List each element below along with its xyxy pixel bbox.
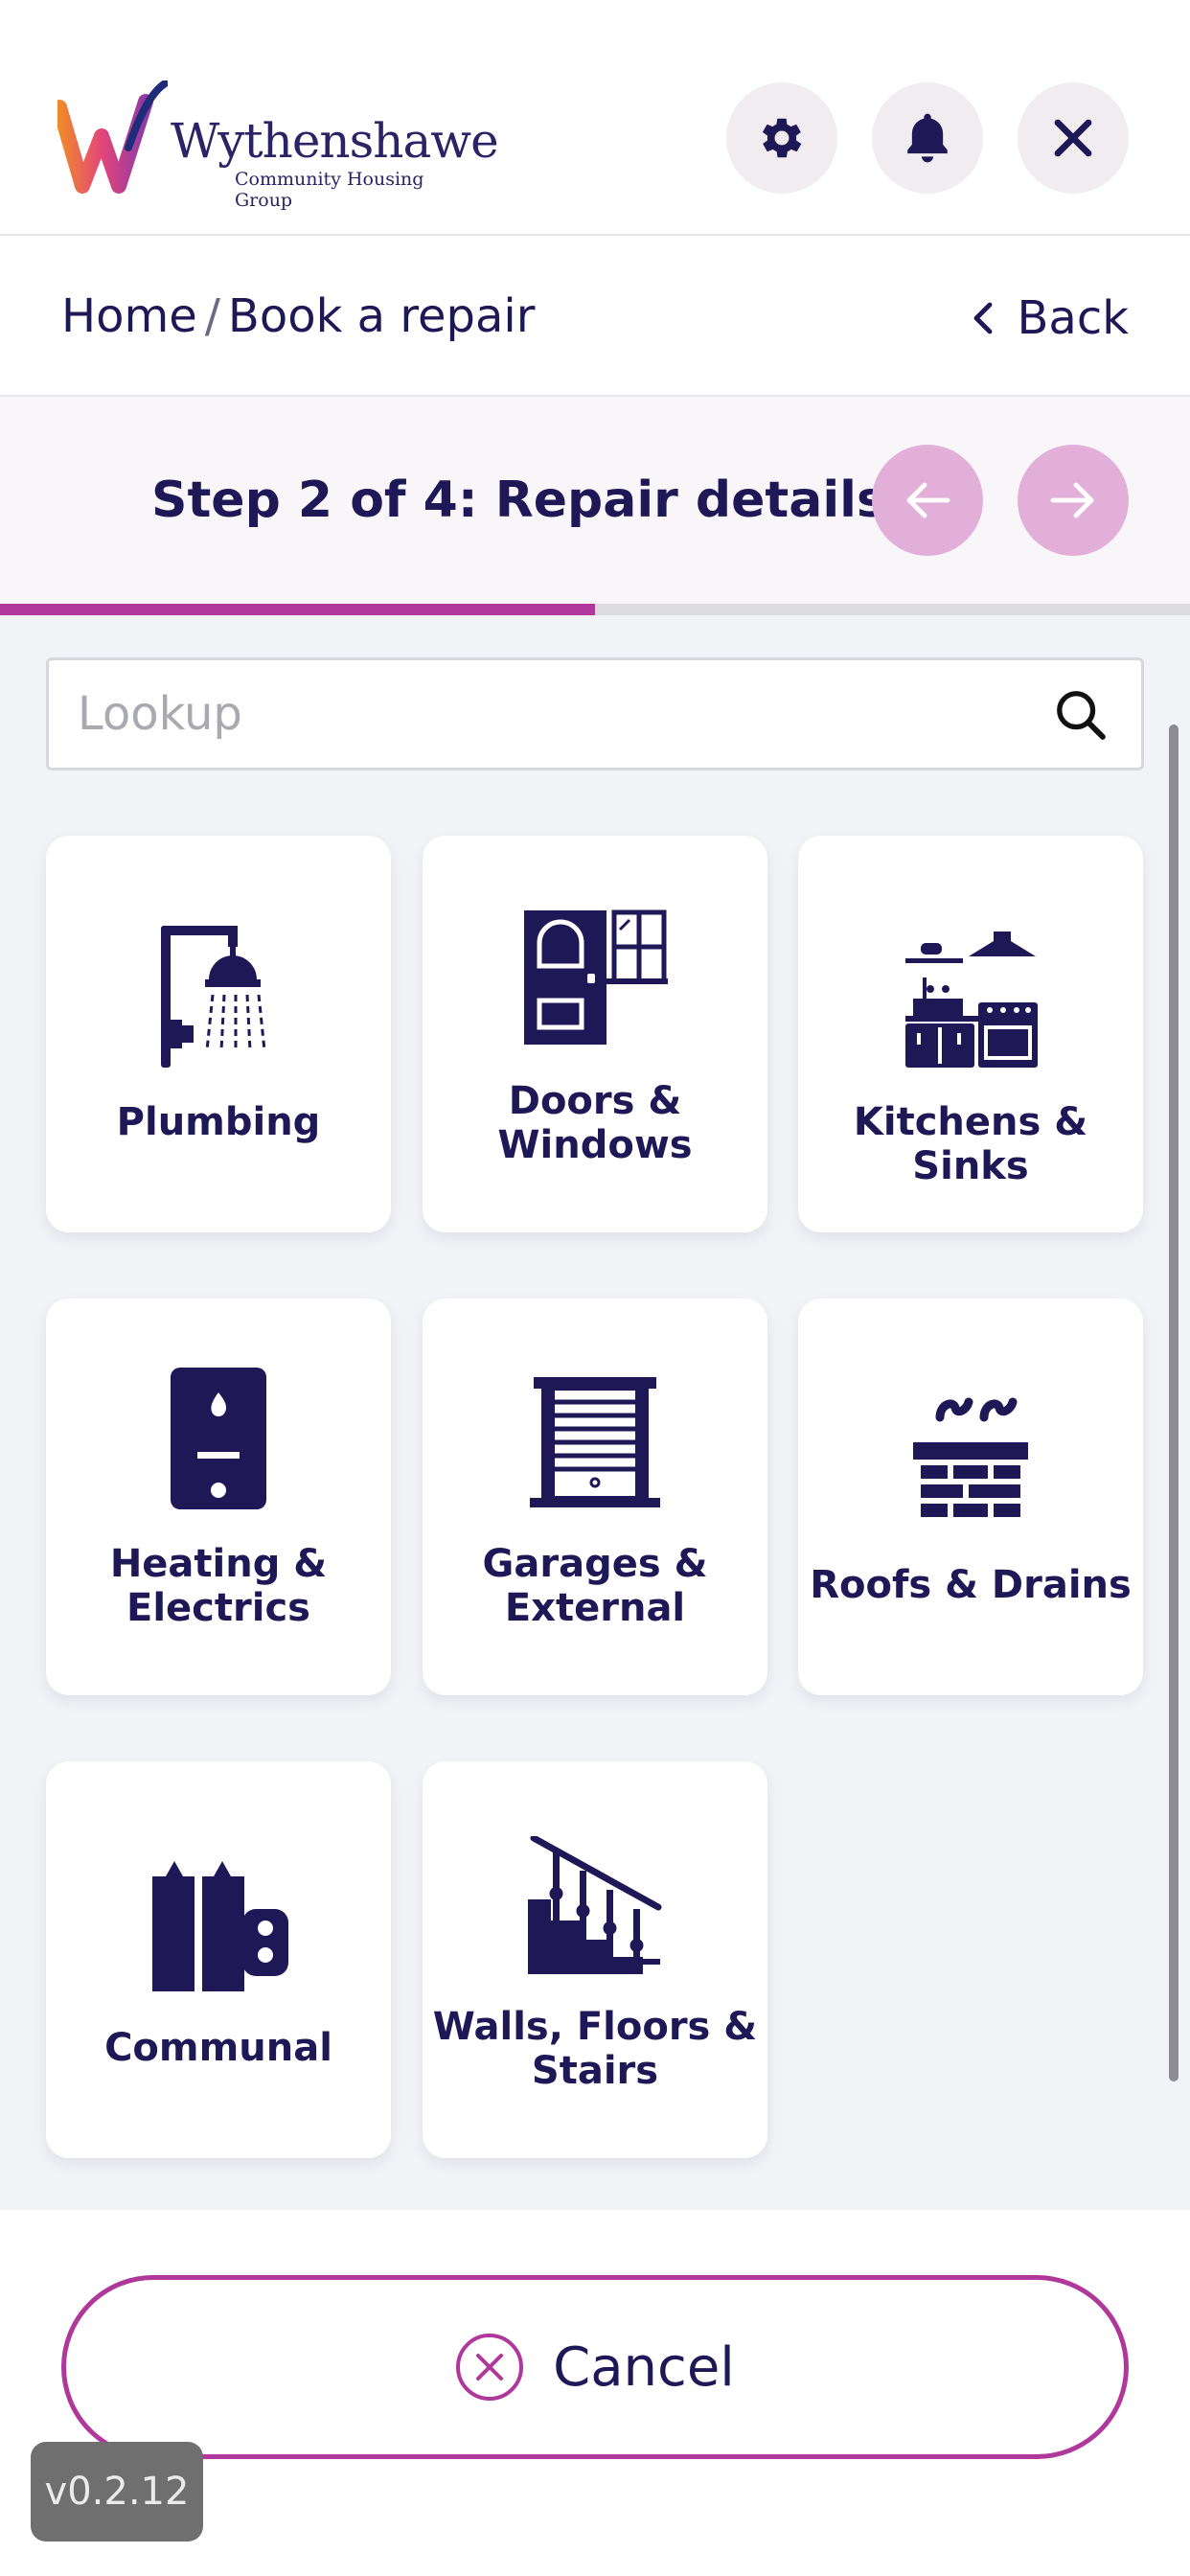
close-button[interactable]: [1018, 82, 1129, 194]
category-tile-communal[interactable]: Communal: [46, 1761, 391, 2158]
garage-icon: [530, 1377, 660, 1507]
tile-label-line2: Windows: [497, 1123, 693, 1167]
tile-label-line1: Doors &: [508, 1079, 682, 1123]
gear-icon: [762, 118, 802, 158]
next-step-button[interactable]: [1018, 445, 1129, 556]
search-icon[interactable]: [1053, 687, 1109, 743]
chimney-icon: [913, 1397, 1028, 1517]
notifications-button[interactable]: [872, 82, 983, 194]
category-tile-garages-external[interactable]: Garages & External: [423, 1299, 767, 1695]
lookup-input[interactable]: [78, 678, 1036, 750]
tile-label-line1: Communal: [104, 2026, 332, 2070]
logo-wordmark: Wythenshawe: [171, 113, 499, 169]
step-progress-fill: [0, 604, 595, 615]
cancel-label: Cancel: [553, 2335, 735, 2399]
stairs-icon: [528, 1836, 662, 1974]
logo-w-mark-icon: [57, 80, 168, 194]
logo-tagline: Community Housing Group: [235, 169, 424, 211]
shower-icon: [161, 926, 266, 1068]
chevron-left-icon: [974, 302, 993, 334]
bell-icon: [907, 113, 948, 163]
breadcrumb-current: Book a repair: [227, 289, 536, 343]
tile-label-line1: Garages &: [482, 1542, 708, 1586]
lookup-field: [46, 657, 1144, 770]
previous-step-button[interactable]: [872, 445, 983, 556]
arrow-left-icon: [906, 482, 950, 518]
back-label: Back: [1017, 291, 1129, 345]
kitchen-icon: [905, 932, 1038, 1068]
tile-label-line2: Electrics: [126, 1586, 310, 1630]
category-tile-doors-windows[interactable]: Doors & Windows: [423, 836, 767, 1232]
version-badge: v0.2.12: [31, 2442, 203, 2542]
communal-icon: [152, 1861, 288, 1991]
tile-label-line1: Roofs & Drains: [810, 1563, 1132, 1607]
step-title: Step 2 of 4: Repair details: [151, 472, 886, 529]
category-tile-plumbing[interactable]: Plumbing: [46, 836, 391, 1232]
cancel-circle-icon: [456, 2334, 524, 2401]
breadcrumb: Home / Book a repair: [61, 289, 535, 343]
wythenshawe-logo[interactable]: Wythenshawe Community Housing Group: [57, 80, 499, 211]
tile-label-line1: Walls, Floors &: [432, 2005, 758, 2049]
boiler-icon: [171, 1368, 266, 1509]
tile-label-line1: Heating &: [109, 1542, 328, 1586]
back-button[interactable]: Back: [971, 291, 1129, 345]
breadcrumb-separator: /: [204, 289, 220, 343]
breadcrumb-home-link[interactable]: Home: [61, 289, 197, 343]
step-header: Step 2 of 4: Repair details: [0, 397, 1190, 606]
tile-label-line1: Kitchens & Sinks: [853, 1100, 1088, 1188]
arrow-right-icon: [1050, 482, 1094, 518]
app-header: Wythenshawe Community Housing Group: [0, 0, 1190, 236]
settings-button[interactable]: [726, 82, 837, 194]
tile-label-line2: Stairs: [531, 2049, 659, 2093]
tile-label-line1: Plumbing: [116, 1100, 321, 1144]
category-tile-heating-electrics[interactable]: Heating & Electrics: [46, 1299, 391, 1695]
category-tile-roofs-drains[interactable]: Roofs & Drains: [798, 1299, 1143, 1695]
breadcrumb-bar: Home / Book a repair Back: [0, 236, 1190, 397]
tile-label-line2: External: [504, 1586, 686, 1630]
close-icon: [1054, 119, 1092, 157]
cancel-button[interactable]: Cancel: [61, 2275, 1129, 2459]
content-scrollbar[interactable]: [1169, 724, 1179, 2082]
door-window-icon: [524, 909, 668, 1045]
category-tile-kitchens-sinks[interactable]: Kitchens & Sinks: [798, 836, 1143, 1232]
category-tile-walls-floors-stairs[interactable]: Walls, Floors & Stairs: [423, 1761, 767, 2158]
